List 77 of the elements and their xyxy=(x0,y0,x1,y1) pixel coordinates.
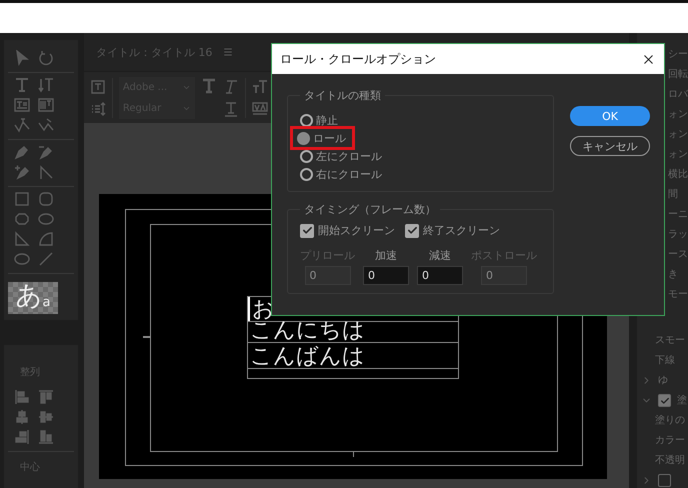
number-field[interactable]: 0 xyxy=(417,266,463,285)
property-label: スモー xyxy=(655,334,686,348)
align-bottom-icon[interactable] xyxy=(38,429,54,445)
align-vertical-center-icon[interactable] xyxy=(38,409,54,425)
text-cursor xyxy=(248,297,250,321)
property-label: 塗りの xyxy=(655,414,686,428)
checkmark-icon xyxy=(406,225,418,236)
radio-option[interactable]: ロール xyxy=(293,129,352,147)
title-frame-icon[interactable] xyxy=(90,78,106,94)
property-label: ォン xyxy=(668,108,688,122)
vertical-area-type-icon[interactable] xyxy=(38,97,54,113)
property-label: 不透明 xyxy=(655,454,686,468)
property-label: 塗 xyxy=(677,394,687,408)
radio-option[interactable]: 左にクロール xyxy=(300,147,382,165)
pen-icon[interactable] xyxy=(14,144,30,160)
ok-button[interactable]: OK xyxy=(570,106,650,126)
property-label: ース xyxy=(668,248,688,262)
dialog-title: ロール・クロールオプション xyxy=(280,50,436,68)
line-icon[interactable] xyxy=(38,251,54,267)
kerning-icon[interactable] xyxy=(252,100,268,116)
radio-option[interactable]: 右にクロール xyxy=(300,165,382,183)
pen-minus-icon[interactable] xyxy=(38,144,54,160)
cancel-button[interactable]: キャンセル xyxy=(570,136,650,156)
list-spacing-icon[interactable] xyxy=(90,100,106,116)
checkbox[interactable]: 開始スクリーン xyxy=(300,223,395,238)
property-label: ォン xyxy=(668,128,688,142)
property-label: カラー xyxy=(655,434,686,448)
triangle-icon[interactable] xyxy=(14,231,30,247)
vertical-path-type-icon[interactable] xyxy=(38,117,54,133)
text-line: こんにちは xyxy=(248,320,365,342)
checkmark-icon xyxy=(660,396,670,406)
selection-arrow-icon[interactable] xyxy=(14,50,30,66)
checkmark-icon xyxy=(302,225,312,236)
bold-type-icon[interactable] xyxy=(200,78,217,94)
checkbox[interactable] xyxy=(658,474,671,487)
number-field[interactable]: 0 xyxy=(363,266,409,285)
text-line: こんばんは xyxy=(248,346,365,368)
property-label: モー xyxy=(668,288,688,302)
property-label: ロバ xyxy=(668,88,688,102)
anchor-point-icon[interactable] xyxy=(38,164,54,180)
menu-icon[interactable] xyxy=(222,46,234,58)
align-right-icon[interactable] xyxy=(14,429,30,445)
pen-plus-icon[interactable] xyxy=(14,164,30,180)
area-type-icon[interactable] xyxy=(14,97,30,113)
path-type-icon[interactable] xyxy=(14,117,30,133)
checkbox[interactable] xyxy=(658,394,671,407)
radio-option[interactable]: 静止 xyxy=(300,111,338,129)
text-line: お xyxy=(250,299,275,321)
field-label: 減速 xyxy=(429,248,451,263)
type-icon[interactable] xyxy=(14,77,30,93)
type-size-icon[interactable] xyxy=(252,78,268,94)
rectangle-icon[interactable] xyxy=(14,191,30,207)
rounded-rectangle-icon[interactable] xyxy=(38,191,54,207)
align-left-icon[interactable] xyxy=(14,389,30,405)
group-label: タイミング（フレーム数） xyxy=(303,202,437,217)
checkbox[interactable]: 終了スクリーン xyxy=(405,223,500,238)
property-label: 下線 xyxy=(655,354,676,368)
align-horizontal-center-icon[interactable] xyxy=(14,409,30,425)
ellipse-icon[interactable] xyxy=(38,211,54,227)
property-label: ラッ xyxy=(668,228,688,242)
group-label: タイトルの種類 xyxy=(303,88,382,103)
property-label: ゆ xyxy=(658,374,668,388)
underline-type-icon[interactable] xyxy=(222,100,239,116)
property-label: 横比 xyxy=(668,168,688,182)
property-label: 間 xyxy=(668,188,678,202)
vertical-type-icon[interactable] xyxy=(38,77,54,93)
rotate-icon[interactable] xyxy=(38,50,54,66)
property-label: 回転 xyxy=(668,68,688,82)
text-style-swatch[interactable]: あ a xyxy=(8,282,58,314)
align-top-icon[interactable] xyxy=(38,389,54,405)
ellipse-icon[interactable] xyxy=(14,251,30,267)
field-label: 加速 xyxy=(375,248,397,263)
property-label: ォン xyxy=(668,148,688,162)
property-label: ーニ xyxy=(668,208,688,222)
property-label: シー xyxy=(668,48,688,62)
arc-icon[interactable] xyxy=(38,231,54,247)
property-label: き xyxy=(668,268,678,282)
